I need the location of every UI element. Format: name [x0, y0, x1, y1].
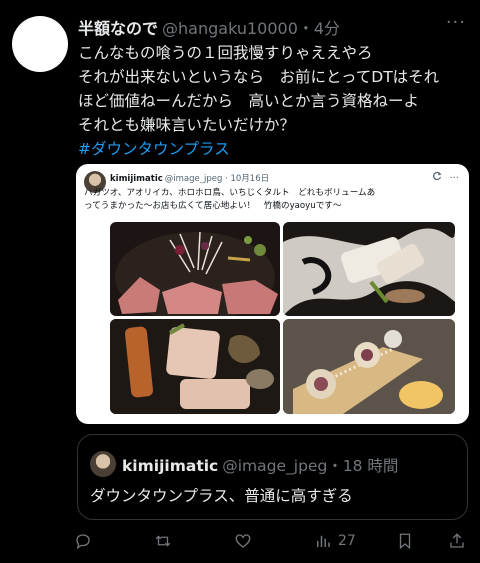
quoted-handle-time[interactable]: @image_jpeg・18 時間 [222, 457, 398, 475]
retweet-icon [155, 535, 171, 547]
quoted-avatar[interactable] [90, 451, 116, 477]
tweet-line: それが出来ないというなら お前にとってDTはそれ [78, 68, 440, 86]
embedded-header: kimijimatic @image_jpeg · 10月16日 [110, 172, 269, 184]
retweet-button[interactable] [154, 528, 172, 554]
more-icon: ··· [449, 173, 459, 184]
reply-button[interactable] [74, 528, 92, 554]
hashtag-link[interactable]: #ダウンタウンプラス [78, 137, 466, 161]
embedded-text: ハガツオ、アオリイカ、ホロホロ鳥、いちじくタルト どれもボリュームあ ってうまか… [84, 187, 461, 213]
tweet-line: ほど価値ねーんだから 高いとか言う資格ねーよ [78, 92, 420, 110]
embedded-line: ハガツオ、アオリイカ、ホロホロ鳥、いちじくタルト どれもボリュームあ [84, 188, 376, 198]
more-icon[interactable]: ··· [446, 12, 466, 33]
embedded-icons: ··· [432, 171, 459, 184]
quoted-tweet[interactable]: kimijimatic @image_jpeg・18 時間 ダウンタウンプラス、普… [77, 434, 468, 520]
refresh-icon [433, 171, 442, 181]
quoted-name[interactable]: kimijimatic [122, 457, 218, 475]
author-name[interactable]: 半額なので [78, 19, 158, 38]
reply-icon [76, 534, 90, 550]
tweet-header: 半額なので @hangaku10000・4分 [78, 15, 440, 39]
share-icon [450, 533, 464, 548]
tweet-text: こんなもの喰うの１回我慢すりゃええやろ それが出来ないというなら お前にとってD… [78, 41, 466, 161]
like-button[interactable] [234, 528, 252, 554]
views-icon [317, 535, 330, 547]
food-photo-guineafowl [110, 319, 280, 414]
embedded-name: kimijimatic [110, 174, 163, 184]
food-photo-squid [283, 222, 455, 316]
embedded-handle-date: @image_jpeg · 10月16日 [164, 174, 270, 184]
quoted-text: ダウンタウンプラス、普通に高すぎる [90, 487, 353, 505]
author-handle-time[interactable]: @hangaku10000・4分 [162, 19, 340, 38]
bookmark-button[interactable] [396, 528, 414, 554]
tweet-line: こんなもの喰うの１回我慢すりゃええやろ [78, 44, 373, 62]
views-count: 27 [338, 533, 356, 549]
food-photo-fig-tart [283, 319, 455, 414]
author-avatar[interactable] [12, 16, 68, 72]
share-button[interactable] [448, 528, 466, 554]
tweet-line: それとも嫌味言いたいだけか？ [78, 116, 296, 134]
views-button[interactable]: 27 [314, 528, 356, 554]
embedded-line: ってうまかった〜お店も広くて居心地よい！ 竹橋のyaoyuです〜 [84, 201, 342, 211]
food-photo-bonito [110, 222, 280, 316]
heart-icon [235, 534, 251, 548]
action-bar: 27 [74, 528, 468, 556]
bookmark-icon [399, 533, 411, 550]
quoted-header: kimijimatic @image_jpeg・18 時間 [122, 454, 398, 476]
attached-screenshot-image[interactable]: kimijimatic @image_jpeg · 10月16日 ··· ハガツオ… [76, 164, 469, 424]
